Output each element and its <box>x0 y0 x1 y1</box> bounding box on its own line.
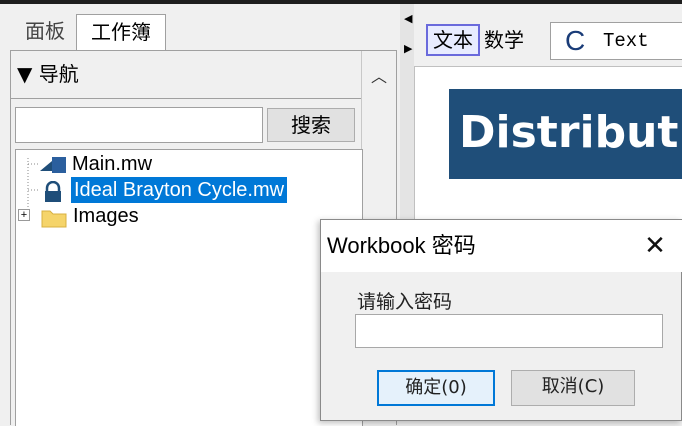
format-toolbar: 文本 数学 C Text <box>414 4 682 67</box>
style-name: Text <box>603 30 649 52</box>
tab-workbook[interactable]: 工作簿 <box>76 14 166 51</box>
workbook-tree: Main.mw Ideal Brayton Cycle.mw + Images <box>15 149 363 426</box>
navigator-title: ▼ 导航 <box>17 62 79 86</box>
heading-text: Distribut <box>459 107 679 158</box>
dialog-title: Workbook 密码 <box>327 233 476 258</box>
password-dialog: Workbook 密码 ✕ 请输入密码 确定(0) 取消(C) <box>320 219 682 421</box>
style-dropdown[interactable]: C Text <box>550 22 682 60</box>
style-letter: C <box>565 25 586 56</box>
expand-icon[interactable]: + <box>18 209 30 221</box>
close-icon[interactable]: ✕ <box>637 228 673 264</box>
tree-item-label: Ideal Brayton Cycle.mw <box>71 177 288 203</box>
tree-item-label: Main.mw <box>72 153 153 175</box>
dialog-titlebar[interactable]: Workbook 密码 ✕ <box>321 220 682 272</box>
password-input[interactable] <box>355 314 663 348</box>
ok-button[interactable]: 确定(0) <box>377 370 495 406</box>
lock-icon <box>45 181 61 202</box>
document-heading: Distribut <box>449 89 682 179</box>
search-row: 搜索 <box>15 107 359 143</box>
worksheet-icon <box>40 157 66 173</box>
search-input[interactable] <box>15 107 263 143</box>
tab-panel[interactable]: 面板 <box>14 14 76 49</box>
math-mode-button[interactable]: 数学 <box>484 24 524 56</box>
scroll-up-icon[interactable]: ︿ <box>371 63 387 87</box>
tree-item-label: Images <box>73 205 139 227</box>
navigator-header[interactable]: ▼ 导航 <box>11 51 363 99</box>
expand-right-icon[interactable]: ▶ <box>404 43 412 54</box>
password-label: 请输入密码 <box>357 291 453 313</box>
folder-icon <box>41 210 67 228</box>
text-mode-button[interactable]: 文本 <box>426 24 480 56</box>
collapse-left-icon[interactable]: ◀ <box>404 13 412 24</box>
search-button[interactable]: 搜索 <box>267 108 355 142</box>
cancel-button[interactable]: 取消(C) <box>511 370 635 406</box>
